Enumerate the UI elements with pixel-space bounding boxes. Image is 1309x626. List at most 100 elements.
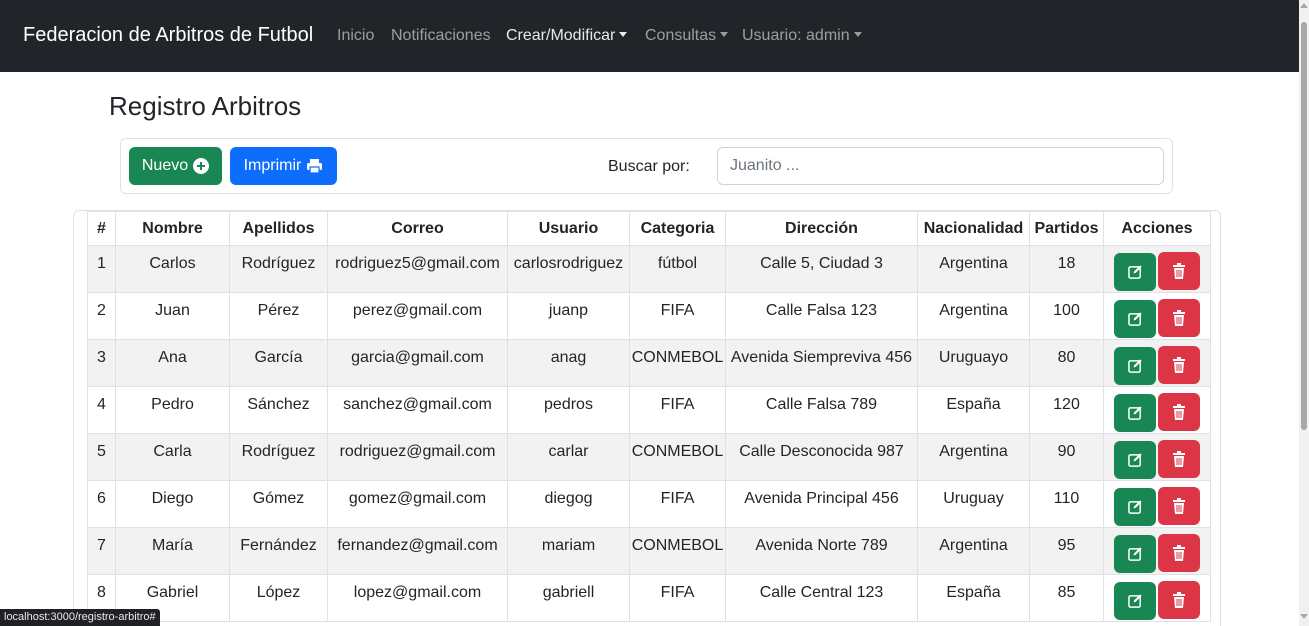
cell-direccion: Calle Falsa 123 bbox=[725, 292, 918, 340]
table-header-row: # Nombre Apellidos Correo Usuario Catego… bbox=[87, 211, 1211, 246]
cell-partidos: 95 bbox=[1029, 527, 1104, 575]
nuevo-label: Nuevo bbox=[141, 157, 189, 174]
cell-categoria: FIFA bbox=[629, 574, 726, 622]
navbar-brand[interactable]: Federacion de Arbitros de Futbol bbox=[23, 24, 313, 47]
cell-nombre: María bbox=[115, 527, 230, 575]
cell-nacionalidad: Argentina bbox=[917, 433, 1030, 481]
cell-nacionalidad: España bbox=[917, 386, 1030, 434]
printer-icon bbox=[307, 159, 323, 174]
cell-usuario: pedros bbox=[507, 386, 630, 434]
cell-num: 5 bbox=[87, 433, 116, 481]
table-row: 8 Gabriel López lopez@gmail.com gabriell FIFA… bbox=[87, 574, 1211, 622]
cell-correo: rodriguez5@gmail.com bbox=[327, 245, 508, 293]
page-title: Registro Arbitros bbox=[109, 91, 302, 121]
cell-nombre: Carla bbox=[115, 433, 230, 481]
cell-nombre: Diego bbox=[115, 480, 230, 528]
nav-dropdown-consultas[interactable]: Consultas bbox=[645, 27, 729, 45]
edit-icon bbox=[1127, 312, 1142, 326]
nav-dropdown-usuario[interactable]: Usuario: admin bbox=[742, 27, 862, 45]
cell-acciones bbox=[1103, 292, 1211, 340]
delete-button[interactable] bbox=[1158, 440, 1200, 478]
arbitros-table: # Nombre Apellidos Correo Usuario Catego… bbox=[87, 211, 1211, 622]
col-header-usuario: Usuario bbox=[507, 211, 630, 246]
nav-link-notificaciones[interactable]: Notificaciones bbox=[391, 27, 491, 45]
nav-dropdown-crear-modificar[interactable]: Crear/Modificar bbox=[506, 27, 628, 45]
cell-direccion: Calle Desconocida 987 bbox=[725, 433, 918, 481]
trash-icon bbox=[1173, 498, 1185, 514]
cell-apellidos: Rodríguez bbox=[229, 245, 328, 293]
cell-apellidos: López bbox=[229, 574, 328, 622]
cell-nombre: Juan bbox=[115, 292, 230, 340]
cell-correo: perez@gmail.com bbox=[327, 292, 508, 340]
cell-usuario: gabriell bbox=[507, 574, 630, 622]
cell-usuario: carlar bbox=[507, 433, 630, 481]
chevron-down-icon bbox=[720, 32, 729, 37]
cell-categoria: FIFA bbox=[629, 480, 726, 528]
cell-apellidos: Gómez bbox=[229, 480, 328, 528]
cell-usuario: carlosrodriguez bbox=[507, 245, 630, 293]
edit-icon bbox=[1127, 547, 1142, 561]
col-header-direccion: Dirección bbox=[725, 211, 918, 246]
nav-link-inicio[interactable]: Inicio bbox=[337, 27, 374, 45]
search-input[interactable] bbox=[717, 147, 1164, 185]
cell-direccion: Calle Central 123 bbox=[725, 574, 918, 622]
delete-button[interactable] bbox=[1158, 346, 1200, 384]
imprimir-label: Imprimir bbox=[243, 157, 302, 174]
cell-usuario: mariam bbox=[507, 527, 630, 575]
cell-categoria: fútbol bbox=[629, 245, 726, 293]
cell-direccion: Avenida Norte 789 bbox=[725, 527, 918, 575]
cell-partidos: 90 bbox=[1029, 433, 1104, 481]
trash-icon bbox=[1173, 545, 1185, 561]
scroll-up-icon[interactable] bbox=[1300, 3, 1308, 8]
trash-icon bbox=[1173, 263, 1185, 279]
page-scrollbar[interactable] bbox=[1299, 0, 1309, 626]
table-row: 6 Diego Gómez gomez@gmail.com diegog FIFA Aven… bbox=[87, 480, 1211, 528]
delete-button[interactable] bbox=[1158, 393, 1200, 431]
col-header-num: # bbox=[87, 211, 116, 246]
col-header-acciones: Acciones bbox=[1103, 211, 1211, 246]
cell-direccion: Calle Falsa 789 bbox=[725, 386, 918, 434]
edit-button[interactable] bbox=[1114, 534, 1156, 573]
trash-icon bbox=[1173, 404, 1185, 420]
cell-correo: fernandez@gmail.com bbox=[327, 527, 508, 575]
cell-acciones bbox=[1103, 527, 1211, 575]
delete-button[interactable] bbox=[1158, 487, 1200, 525]
cell-acciones bbox=[1103, 480, 1211, 528]
edit-button[interactable] bbox=[1114, 252, 1156, 291]
edit-button[interactable] bbox=[1114, 346, 1156, 385]
table-row: 4 Pedro Sánchez sanchez@gmail.com pedros FIFA… bbox=[87, 386, 1211, 434]
edit-icon bbox=[1127, 594, 1142, 608]
col-header-apellidos: Apellidos bbox=[229, 211, 328, 246]
trash-icon bbox=[1173, 310, 1185, 326]
edit-button[interactable] bbox=[1114, 393, 1156, 432]
scroll-down-icon[interactable] bbox=[1300, 614, 1308, 619]
cell-num: 6 bbox=[87, 480, 116, 528]
col-header-nombre: Nombre bbox=[115, 211, 230, 246]
delete-button[interactable] bbox=[1158, 534, 1200, 572]
cell-direccion: Avenida Principal 456 bbox=[725, 480, 918, 528]
table-row: 7 María Fernández fernandez@gmail.com mariam… bbox=[87, 527, 1211, 575]
nuevo-button[interactable]: Nuevo bbox=[129, 147, 222, 185]
scroll-thumb[interactable] bbox=[1301, 22, 1307, 430]
edit-button[interactable] bbox=[1114, 487, 1156, 526]
delete-button[interactable] bbox=[1158, 581, 1200, 619]
cell-categoria: CONMEBOL bbox=[629, 339, 726, 387]
edit-icon bbox=[1127, 453, 1142, 467]
cell-acciones bbox=[1103, 574, 1211, 622]
cell-usuario: anag bbox=[507, 339, 630, 387]
edit-button[interactable] bbox=[1114, 440, 1156, 479]
edit-icon bbox=[1127, 359, 1142, 373]
delete-button[interactable] bbox=[1158, 299, 1200, 337]
imprimir-button[interactable]: Imprimir bbox=[230, 147, 337, 185]
cell-num: 3 bbox=[87, 339, 116, 387]
cell-nombre: Carlos bbox=[115, 245, 230, 293]
table-row: 2 Juan Pérez perez@gmail.com juanp FIFA Calle … bbox=[87, 292, 1211, 340]
cell-nombre: Ana bbox=[115, 339, 230, 387]
edit-button[interactable] bbox=[1114, 581, 1156, 620]
cell-correo: sanchez@gmail.com bbox=[327, 386, 508, 434]
edit-button[interactable] bbox=[1114, 299, 1156, 338]
delete-button[interactable] bbox=[1158, 252, 1200, 290]
cell-partidos: 18 bbox=[1029, 245, 1104, 293]
cell-correo: gomez@gmail.com bbox=[327, 480, 508, 528]
edit-icon bbox=[1127, 500, 1142, 514]
